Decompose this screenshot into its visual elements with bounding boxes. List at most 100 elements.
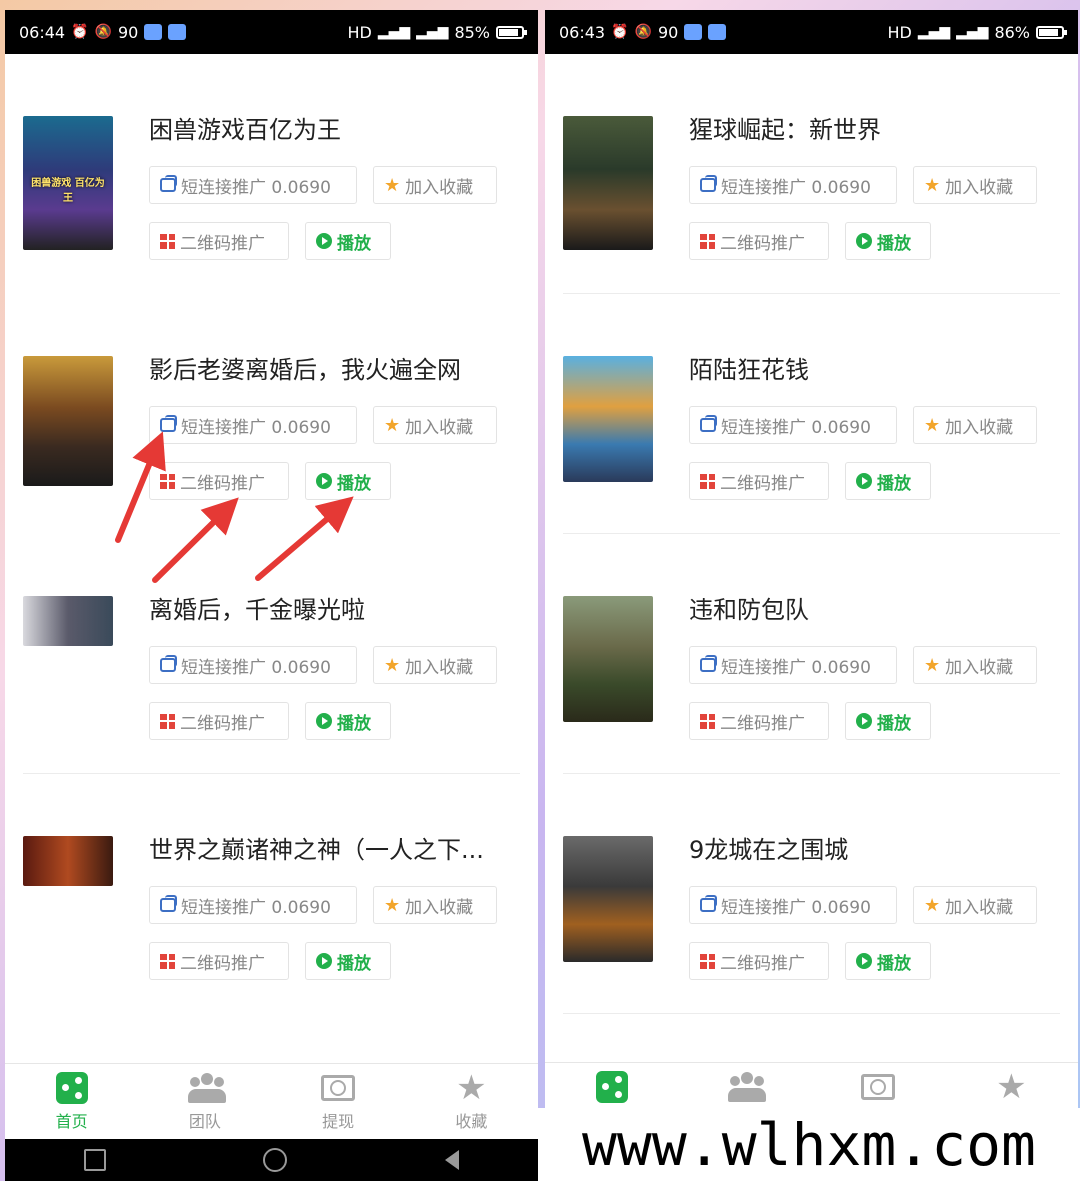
item-title[interactable]: 猩球崛起：新世界: [689, 110, 881, 145]
qr-promo-button[interactable]: 二维码推广: [689, 462, 829, 500]
button-label: 加入收藏: [405, 897, 474, 918]
button-label: 二维码推广: [720, 713, 805, 734]
signal-icon: ▂▄▆: [956, 24, 989, 40]
add-favorite-button[interactable]: ★ 加入收藏: [373, 166, 497, 204]
battery-icon: [496, 25, 527, 39]
tab-favorites[interactable]: ★: [945, 1063, 1078, 1110]
button-label: 二维码推广: [180, 953, 265, 974]
qr-promo-button[interactable]: 二维码推广: [149, 942, 289, 980]
item-title[interactable]: 影后老婆离婚后，我火遍全网: [149, 350, 461, 385]
poster-image[interactable]: [563, 596, 653, 722]
button-label: 短连接推广 0.0690: [181, 657, 331, 678]
qr-promo-button[interactable]: 二维码推广: [149, 702, 289, 740]
back-icon[interactable]: [445, 1150, 460, 1170]
play-button[interactable]: 播放: [845, 222, 931, 260]
battery-percent: 85%: [454, 22, 490, 42]
item-title[interactable]: 困兽游戏百亿为王: [149, 110, 341, 145]
tab-team[interactable]: 团队: [138, 1064, 271, 1140]
qr-promo-button[interactable]: 二维码推广: [149, 222, 289, 260]
poster-image[interactable]: [23, 836, 113, 886]
list-item: 违和防包队 短连接推广 0.0690 ★ 加入收藏 二维码推广 播放: [545, 534, 1078, 774]
tab-label: 收藏: [455, 1112, 488, 1131]
hd-indicator: HD: [887, 22, 912, 42]
add-favorite-button[interactable]: ★ 加入收藏: [373, 886, 497, 924]
tab-team[interactable]: [678, 1063, 811, 1110]
qr-icon: [160, 953, 175, 969]
play-button[interactable]: 播放: [305, 942, 391, 980]
qr-promo-button[interactable]: 二维码推广: [689, 942, 829, 980]
star-icon: ★: [996, 1067, 1027, 1107]
tab-home[interactable]: 首页: [5, 1064, 138, 1140]
button-label: 二维码推广: [720, 953, 805, 974]
item-title[interactable]: 违和防包队: [689, 590, 809, 625]
qr-promo-button[interactable]: 二维码推广: [689, 702, 829, 740]
watermark: www.wlhxm.com: [538, 1108, 1080, 1181]
play-icon: [856, 953, 872, 969]
list-item: 陌陆狂花钱 短连接推广 0.0690 ★ 加入收藏 二维码推广 播放: [545, 294, 1078, 534]
qr-icon: [160, 713, 175, 729]
short-link-promo-button[interactable]: 短连接推广 0.0690: [149, 886, 357, 924]
short-link-promo-button[interactable]: 短连接推广 0.0690: [689, 646, 897, 684]
hd-indicator: HD: [347, 22, 372, 42]
add-favorite-button[interactable]: ★ 加入收藏: [913, 886, 1037, 924]
poster-image[interactable]: [23, 356, 113, 486]
short-link-promo-button[interactable]: 短连接推广 0.0690: [149, 166, 357, 204]
button-label: 播放: [877, 233, 911, 254]
tab-label: 团队: [188, 1112, 221, 1131]
add-favorite-button[interactable]: ★ 加入收藏: [913, 406, 1037, 444]
short-link-promo-button[interactable]: 短连接推广 0.0690: [689, 166, 897, 204]
add-favorite-button[interactable]: ★ 加入收藏: [913, 646, 1037, 684]
poster-image[interactable]: [563, 116, 653, 250]
link-icon: [700, 175, 717, 192]
poster-image[interactable]: [23, 596, 113, 646]
tab-withdraw[interactable]: 提现: [272, 1064, 405, 1140]
star-icon: ★: [384, 414, 401, 436]
play-button[interactable]: 播放: [305, 462, 391, 500]
app-notification-icon: [684, 24, 703, 40]
link-icon: [160, 415, 177, 432]
short-link-promo-button[interactable]: 短连接推广 0.0690: [689, 406, 897, 444]
button-label: 播放: [337, 473, 371, 494]
play-button[interactable]: 播放: [845, 942, 931, 980]
home-icon[interactable]: [263, 1148, 288, 1172]
short-link-promo-button[interactable]: 短连接推广 0.0690: [149, 406, 357, 444]
button-label: 播放: [877, 953, 911, 974]
add-favorite-button[interactable]: ★ 加入收藏: [913, 166, 1037, 204]
list-item: 猩球崛起：新世界 短连接推广 0.0690 ★ 加入收藏 二维码推广 播放: [545, 54, 1078, 294]
button-label: 二维码推广: [180, 233, 265, 254]
tab-withdraw[interactable]: [812, 1063, 945, 1110]
qr-icon: [700, 473, 715, 489]
button-label: 播放: [877, 713, 911, 734]
short-link-promo-button[interactable]: 短连接推广 0.0690: [689, 886, 897, 924]
item-title[interactable]: 9龙城在之围城: [689, 830, 848, 865]
button-label: 播放: [877, 473, 911, 494]
star-icon: ★: [384, 174, 401, 196]
recents-icon[interactable]: [83, 1149, 106, 1171]
item-title[interactable]: 陌陆狂花钱: [689, 350, 809, 385]
short-link-promo-button[interactable]: 短连接推广 0.0690: [149, 646, 357, 684]
qr-promo-button[interactable]: 二维码推广: [149, 462, 289, 500]
poster-image[interactable]: [563, 836, 653, 962]
star-icon: ★: [924, 654, 941, 676]
tab-home[interactable]: [545, 1063, 678, 1110]
tab-favorites[interactable]: ★ 收藏: [405, 1064, 538, 1140]
play-button[interactable]: 播放: [845, 462, 931, 500]
left-phone-screen: 06:44 ⏰ 🔕 90 HD ▂▄▆ ▂▄▆ 85% 困兽游戏 百亿为王 困兽…: [5, 10, 538, 1181]
poster-image[interactable]: 困兽游戏 百亿为王: [23, 116, 113, 250]
button-label: 加入收藏: [945, 897, 1014, 918]
share-icon: [55, 1072, 88, 1104]
right-phone-screen: 06:43 ⏰ 🔕 90 HD ▂▄▆ ▂▄▆ 86% 猩球崛起：新世界 短连接…: [545, 10, 1078, 1110]
add-favorite-button[interactable]: ★ 加入收藏: [373, 646, 497, 684]
star-icon: ★: [924, 894, 941, 916]
poster-image[interactable]: [563, 356, 653, 482]
team-icon: [187, 1073, 226, 1103]
qr-promo-button[interactable]: 二维码推广: [689, 222, 829, 260]
play-button[interactable]: 播放: [305, 702, 391, 740]
item-title[interactable]: 世界之巅诸神之神（一人之下...: [149, 830, 484, 865]
play-icon: [856, 473, 872, 489]
add-favorite-button[interactable]: ★ 加入收藏: [373, 406, 497, 444]
play-button[interactable]: 播放: [305, 222, 391, 260]
item-title[interactable]: 离婚后，千金曝光啦: [149, 590, 365, 625]
play-button[interactable]: 播放: [845, 702, 931, 740]
button-label: 加入收藏: [945, 417, 1014, 438]
